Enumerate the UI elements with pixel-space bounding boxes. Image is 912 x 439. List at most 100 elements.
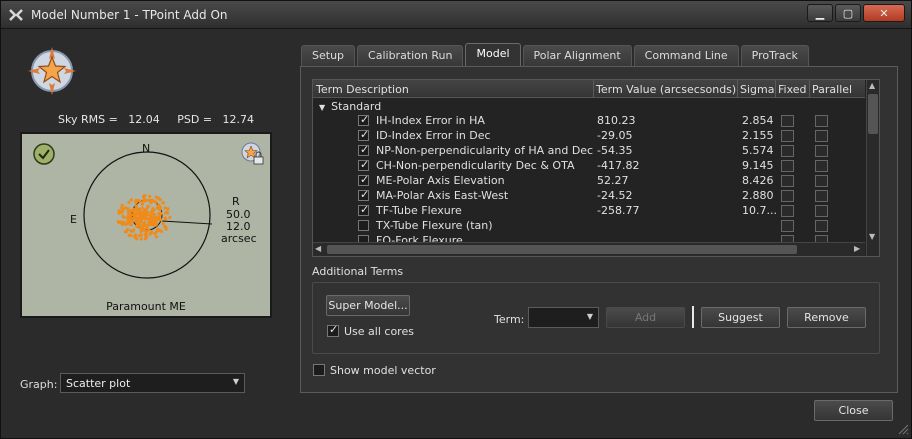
close-icon[interactable]: ✕	[863, 4, 905, 22]
fixed-checkbox[interactable]	[781, 160, 794, 172]
graph-label: Graph:	[20, 378, 58, 391]
table-row[interactable]: IH-Index Error in HA 810.23 2.854	[313, 113, 865, 129]
hscroll-thumb[interactable]	[327, 245, 797, 254]
fixed-checkbox[interactable]	[781, 205, 794, 217]
scatter-point	[166, 211, 170, 215]
term-select[interactable]: ▼	[528, 307, 599, 328]
super-model-button[interactable]: Super Model...	[326, 295, 410, 316]
term-checkbox[interactable]	[358, 143, 369, 156]
scatter-point	[161, 201, 165, 205]
add-button[interactable]: Add	[606, 307, 685, 328]
minimize-icon[interactable]: ▁	[807, 4, 833, 22]
scatter-point	[150, 198, 154, 202]
scroll-down-icon[interactable]: ▼	[869, 232, 875, 241]
term-checkbox[interactable]	[358, 188, 369, 201]
col-term-description[interactable]: Term Description	[316, 83, 409, 96]
suggest-button[interactable]: Suggest	[701, 307, 780, 328]
term-description: MA-Polar Axis East-West	[376, 189, 509, 202]
tab-model[interactable]: Model	[465, 43, 521, 66]
term-checkbox[interactable]	[358, 220, 369, 231]
fixed-checkbox[interactable]	[781, 115, 794, 127]
graph-select[interactable]: Scatter plot ▼	[60, 373, 245, 393]
group-standard[interactable]: ▼ Standard	[319, 100, 381, 113]
tab-bar: Setup Calibration Run Model Polar Alignm…	[301, 43, 811, 67]
tab-calibration-run[interactable]: Calibration Run	[357, 45, 464, 66]
col-parallel[interactable]: Parallel	[812, 83, 852, 96]
tab-polar-alignment[interactable]: Polar Alignment	[522, 45, 632, 66]
parallel-checkbox[interactable]	[815, 175, 828, 187]
tab-setup[interactable]: Setup	[301, 45, 356, 66]
tpoint-window: Model Number 1 - TPoint Add On ▁ ▢ ✕ Sky…	[0, 0, 912, 439]
parallel-checkbox[interactable]	[815, 205, 828, 217]
table-row[interactable]: TF-Tube Flexure -258.77 10.7...	[313, 203, 865, 219]
title-bar[interactable]: Model Number 1 - TPoint Add On ▁ ▢ ✕	[1, 1, 911, 29]
scatter-point	[153, 232, 157, 236]
table-row[interactable]: MA-Polar Axis East-West -24.52 2.880	[313, 188, 865, 204]
scroll-right-icon[interactable]: ▶	[854, 244, 860, 253]
term-sigma: 10.7...	[742, 204, 777, 217]
remove-button[interactable]: Remove	[787, 307, 866, 328]
table-row[interactable]: ID-Index Error in Dec -29.05 2.155	[313, 128, 865, 144]
parallel-checkbox[interactable]	[815, 145, 828, 157]
scroll-up-icon[interactable]: ▲	[869, 81, 875, 90]
fixed-checkbox[interactable]	[781, 190, 794, 202]
table-row[interactable]: ME-Polar Axis Elevation 52.27 8.426	[313, 173, 865, 189]
tab-command-line[interactable]: Command Line	[633, 45, 739, 66]
table-row[interactable]: TX-Tube Flexure (tan)	[313, 219, 865, 234]
scatter-point	[159, 211, 163, 215]
scatter-point	[135, 220, 139, 224]
plot-caption: Paramount ME	[106, 300, 186, 313]
use-all-cores-label: Use all cores	[344, 325, 414, 338]
scatter-point	[127, 220, 131, 224]
scroll-thumb[interactable]	[868, 94, 878, 134]
horizontal-scrollbar[interactable]: ◀ ▶	[313, 242, 865, 256]
lock-star-icon[interactable]	[240, 141, 266, 167]
term-checkbox[interactable]	[358, 173, 369, 186]
parallel-checkbox[interactable]	[815, 220, 828, 232]
scatter-point	[143, 237, 148, 241]
tab-protrack[interactable]: ProTrack	[740, 45, 809, 66]
rms-stats: Sky RMS = 12.04 PSD = 12.74	[58, 113, 255, 126]
term-description: TF-Tube Flexure	[376, 204, 462, 217]
chevron-down-icon: ▼	[232, 377, 239, 386]
parallel-checkbox[interactable]	[815, 115, 828, 127]
show-model-vector-checkbox[interactable]	[313, 364, 325, 376]
term-checkbox[interactable]	[358, 203, 369, 216]
col-sigma[interactable]: Sigma	[740, 83, 774, 96]
parallel-checkbox[interactable]	[815, 130, 828, 142]
close-button[interactable]: Close	[814, 400, 893, 421]
scatter-point	[121, 208, 125, 212]
maximize-icon[interactable]: ▢	[835, 4, 861, 22]
scatter-point	[140, 206, 144, 210]
term-checkbox[interactable]	[358, 158, 369, 171]
collapse-triangle-icon[interactable]: ▼	[319, 103, 325, 112]
scatter-point	[155, 222, 159, 226]
r-unit: arcsec	[221, 232, 257, 245]
table-row[interactable]: CH-Non-perpendicularity Dec & OTA -417.82…	[313, 158, 865, 174]
col-term-value[interactable]: Term Value (arcsecsonds)	[596, 83, 736, 96]
fixed-checkbox[interactable]	[781, 145, 794, 157]
vertical-scrollbar[interactable]: ▲ ▼	[866, 80, 879, 256]
term-checkbox[interactable]	[358, 128, 369, 141]
fixed-checkbox[interactable]	[781, 220, 794, 232]
fixed-checkbox[interactable]	[781, 175, 794, 187]
table-row[interactable]: NP-Non-perpendicularity of HA and Dec-54…	[313, 143, 865, 159]
term-sigma: 2.155	[742, 129, 774, 142]
parallel-checkbox[interactable]	[815, 160, 828, 172]
term-checkbox[interactable]	[358, 113, 369, 126]
scatter-point	[134, 207, 138, 211]
splitter	[692, 306, 694, 328]
resize-grip-icon[interactable]	[897, 423, 909, 435]
use-all-cores-checkbox[interactable]	[327, 323, 339, 337]
col-fixed[interactable]: Fixed	[778, 83, 807, 96]
fixed-checkbox[interactable]	[781, 130, 794, 142]
scatter-point	[134, 199, 138, 203]
scatter-point	[127, 233, 131, 237]
scatter-point	[126, 208, 131, 212]
scroll-left-icon[interactable]: ◀	[315, 244, 321, 253]
term-description: TX-Tube Flexure (tan)	[376, 219, 493, 232]
parallel-checkbox[interactable]	[815, 190, 828, 202]
scatter-point	[137, 207, 141, 211]
scatter-points	[116, 194, 172, 241]
scatter-point	[142, 208, 147, 213]
